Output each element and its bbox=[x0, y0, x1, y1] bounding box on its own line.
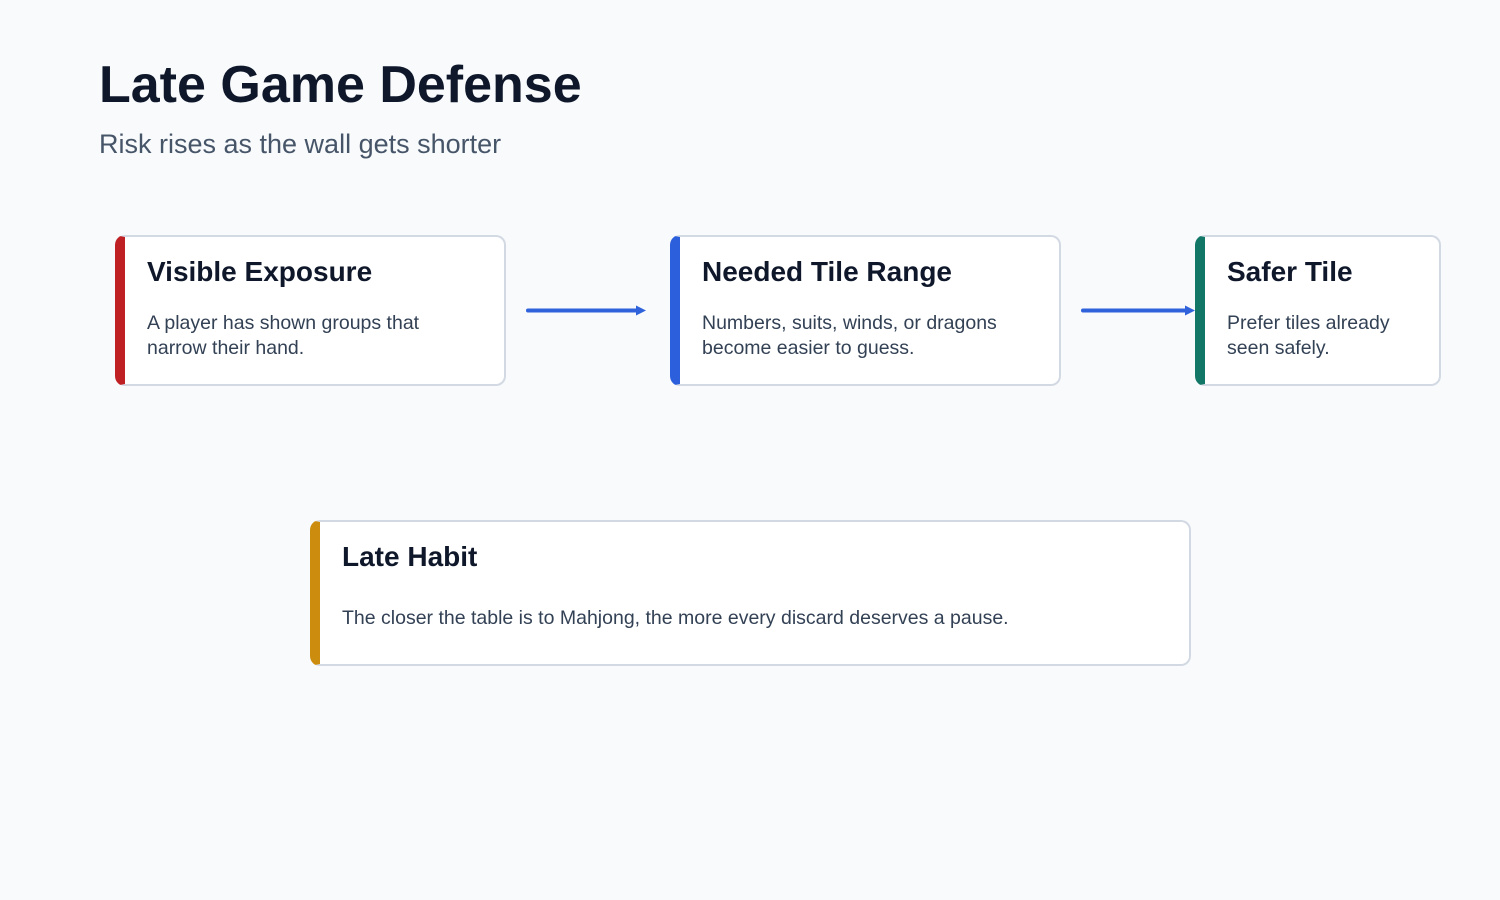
card-description: Prefer tiles already seen safely. bbox=[1227, 312, 1390, 359]
card-late-habit: Late Habit The closer the table is to Ma… bbox=[310, 520, 1191, 666]
card-title: Needed Tile Range bbox=[702, 256, 953, 287]
card-safer-tile: Safer Tile Prefer tiles already seen saf… bbox=[1195, 235, 1441, 386]
card-visible-exposure: Visible Exposure A player has shown grou… bbox=[115, 235, 506, 386]
card-description: Numbers, suits, winds, or dragons become… bbox=[702, 312, 997, 359]
card-description: A player has shown groups that narrow th… bbox=[147, 312, 420, 359]
flow-arrow bbox=[1081, 305, 1195, 316]
card-title: Visible Exposure bbox=[147, 256, 373, 287]
card-description: The closer the table is to Mahjong, the … bbox=[342, 607, 1009, 629]
flow-arrow bbox=[526, 305, 646, 316]
card-needed-tile-range: Needed Tile Range Numbers, suits, winds,… bbox=[670, 235, 1061, 386]
card-title: Safer Tile bbox=[1227, 256, 1353, 287]
page-title: Late Game Defense bbox=[99, 56, 582, 114]
card-title: Late Habit bbox=[342, 541, 478, 572]
page-subtitle: Risk rises as the wall gets shorter bbox=[99, 129, 502, 159]
